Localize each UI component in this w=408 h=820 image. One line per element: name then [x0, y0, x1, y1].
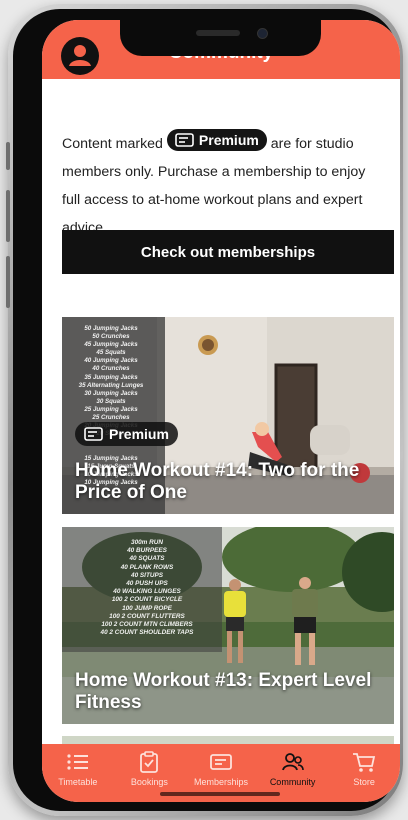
membership-card-icon [84, 427, 103, 441]
premium-badge: Premium [166, 129, 267, 151]
workout-title: Home Workout #14: Two for the Price of O… [75, 460, 360, 503]
front-camera [257, 28, 268, 39]
workout-card[interactable] [62, 736, 394, 744]
mute-switch [6, 142, 10, 170]
tab-label: Bookings [130, 777, 168, 787]
tab-label: Memberships [193, 777, 248, 787]
content-area[interactable]: Content marked Premium are for studio me… [42, 79, 400, 744]
speaker [196, 30, 240, 36]
volume-down-button [6, 256, 10, 308]
people-icon [281, 753, 304, 771]
home-indicator [160, 792, 280, 796]
workout-card[interactable]: 50 Jumping Jacks 50 Crunches 45 Jumping … [62, 317, 394, 514]
premium-info-text: Content marked Premium are for studio me… [62, 129, 384, 242]
volume-up-button [6, 190, 10, 242]
premium-badge: Premium [75, 422, 178, 446]
tab-timetable[interactable]: Timetable [42, 744, 114, 802]
tab-label: Timetable [58, 777, 98, 787]
membership-card-icon [175, 133, 194, 147]
tab-label: Store [353, 777, 375, 787]
membership-card-icon [210, 754, 232, 770]
app-screen: Community Content marked Premium are for… [42, 20, 400, 802]
tab-label: Community [269, 777, 316, 787]
check-memberships-button[interactable]: Check out memberships [62, 230, 394, 274]
workout-list-text: 300m RUN 40 BURPEES 40 SQUATS 40 PLANK R… [100, 539, 194, 637]
tab-store[interactable]: Store [328, 744, 400, 802]
premium-badge-label: Premium [109, 426, 169, 442]
notch [120, 20, 321, 56]
workout-title: Home Workout #13: Expert Level Fitness [75, 670, 372, 713]
workout-card[interactable]: 300m RUN 40 BURPEES 40 SQUATS 40 PLANK R… [62, 527, 394, 724]
shopping-cart-icon [353, 753, 376, 772]
premium-badge-label: Premium [198, 132, 259, 148]
clipboard-check-icon [140, 751, 159, 773]
workout-thumbnail [62, 736, 394, 744]
info-prefix: Content marked [62, 136, 163, 152]
list-icon [67, 754, 88, 770]
